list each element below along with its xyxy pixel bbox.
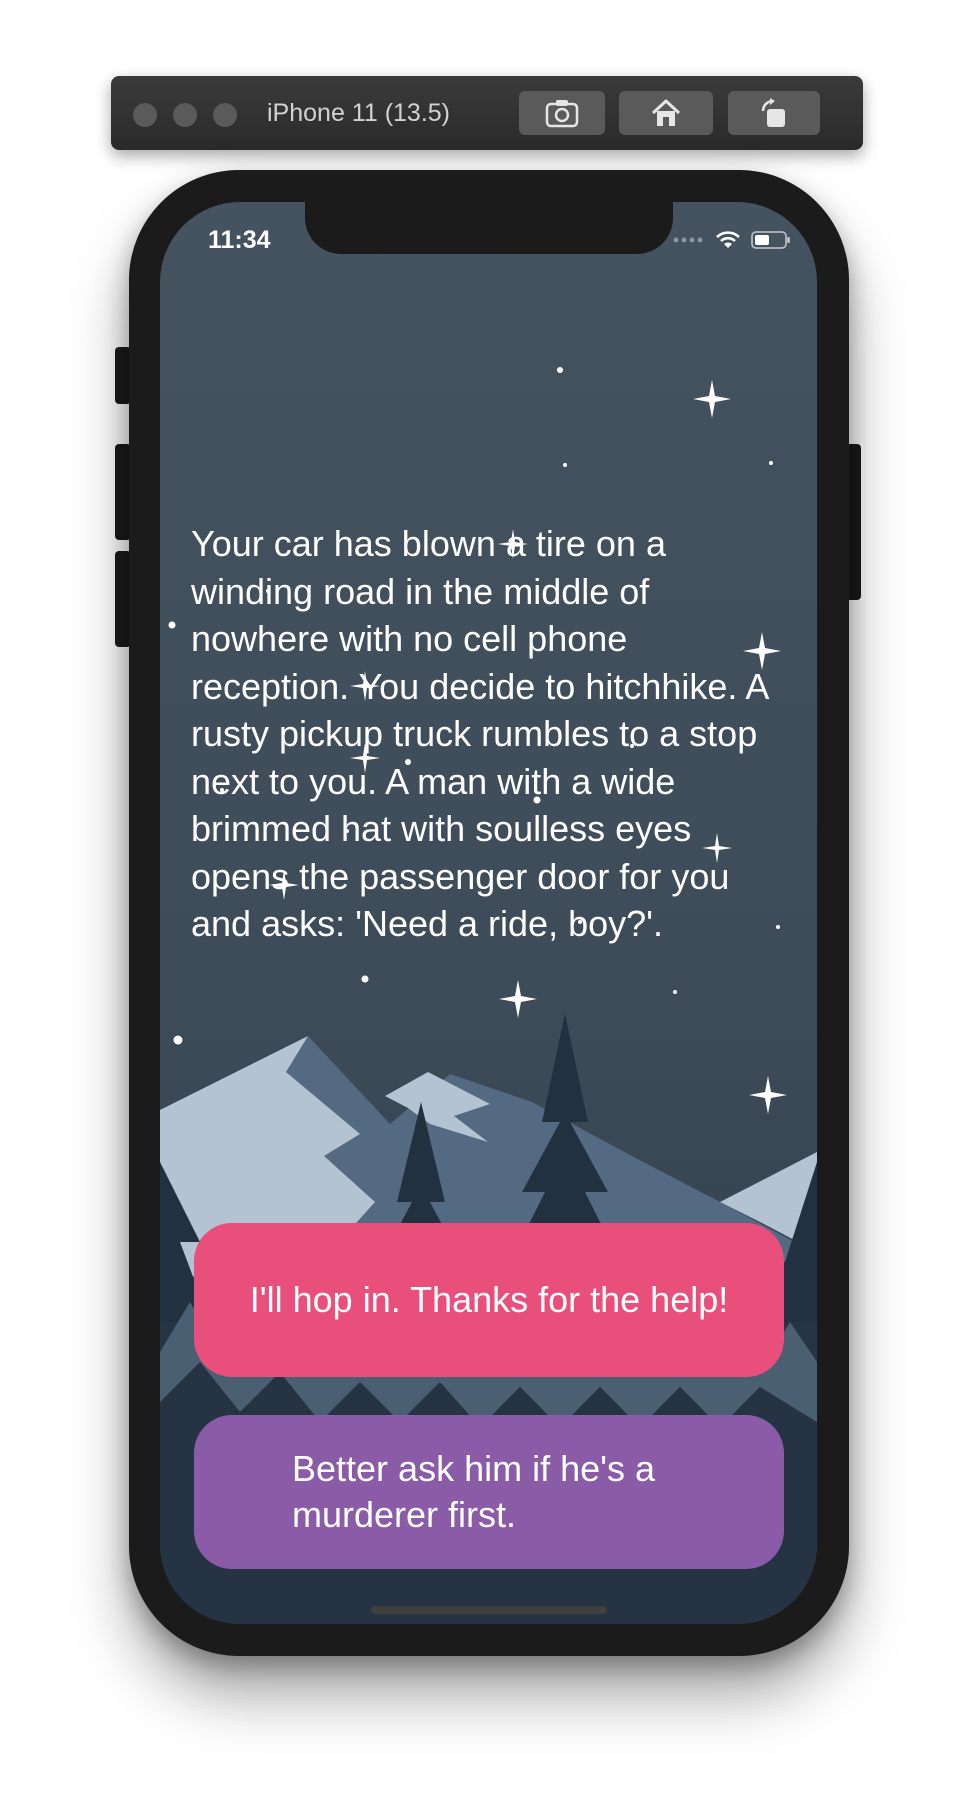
device-title: iPhone 11 (13.5) xyxy=(267,99,450,127)
rotate-button[interactable] xyxy=(728,91,820,135)
wifi-icon xyxy=(716,231,740,248)
close-window-button[interactable] xyxy=(133,103,157,127)
story-text: Your car has blown a tire on a winding r… xyxy=(191,523,768,944)
screenshot-icon xyxy=(545,100,579,128)
cellular-icon xyxy=(673,237,703,243)
status-icons xyxy=(673,230,791,250)
home-button[interactable] xyxy=(619,91,713,135)
choice-label: I'll hop in. Thanks for the help! xyxy=(249,1279,729,1320)
zoom-window-button[interactable] xyxy=(213,103,237,127)
simulator-window: iPhone 11 (13.5) 11:34 Your car has blow… xyxy=(0,0,976,1806)
home-indicator xyxy=(371,1606,607,1614)
simulator-toolbar: iPhone 11 (13.5) xyxy=(111,76,863,150)
choice-label: Better ask him if he's a murderer first. xyxy=(292,1448,656,1535)
status-time: 11:34 xyxy=(208,226,271,254)
screenshot-button[interactable] xyxy=(519,91,605,135)
rotate-icon xyxy=(761,98,785,127)
choice-button-hop-in[interactable]: I'll hop in. Thanks for the help! xyxy=(194,1223,784,1377)
battery-icon xyxy=(751,231,790,249)
notch xyxy=(305,202,673,254)
choice-button-ask-murderer[interactable]: Better ask him if he's a murderer first. xyxy=(194,1415,784,1569)
minimize-window-button[interactable] xyxy=(173,103,197,127)
app-screen: 11:34 Your car has blown a tire on a win… xyxy=(160,202,817,1624)
home-icon xyxy=(651,99,681,126)
